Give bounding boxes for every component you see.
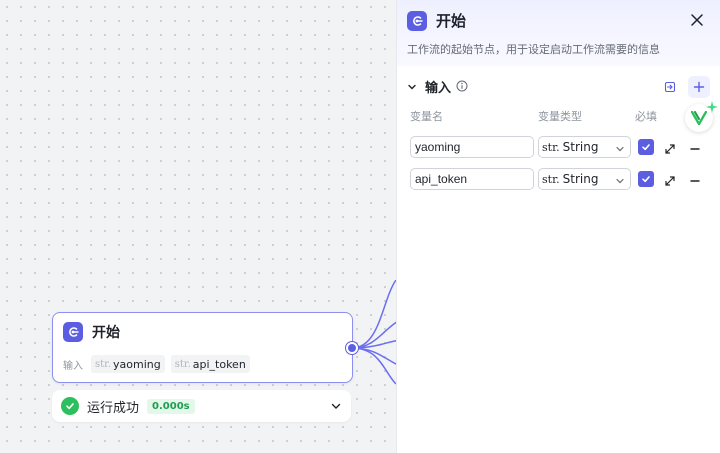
expand-icon[interactable] (664, 172, 676, 191)
start-node-icon (407, 10, 427, 31)
tag-name: yaoming (113, 357, 161, 371)
chevron-down-icon[interactable] (330, 397, 342, 416)
check-circle-icon (61, 397, 79, 415)
chevron-down-icon (615, 143, 625, 157)
tag-type: str. (95, 358, 112, 370)
input-row: api_token str. String (397, 168, 720, 200)
inputs-label: 输入 (63, 360, 83, 372)
required-checkbox[interactable] (638, 139, 654, 155)
chevron-down-icon (615, 175, 625, 189)
type-value: String (562, 140, 599, 154)
type-value: String (562, 172, 599, 186)
expand-icon[interactable] (664, 140, 676, 159)
col-head-type: 变量类型 (538, 110, 582, 123)
input-row: yaoming str. String (397, 136, 720, 168)
node-config-panel: 开始 工作流的起始节点，用于设定启动工作流需要的信息 输入 变量名 变量类型 必… (396, 0, 720, 453)
close-icon[interactable] (690, 12, 704, 26)
start-node-title: 开始 (92, 325, 120, 341)
workflow-canvas[interactable]: 开始 输入 str. yaoming str. api_token 运行成功 0… (0, 0, 400, 453)
panel-header: 开始 工作流的起始节点，用于设定启动工作流需要的信息 (397, 0, 720, 66)
variable-name-input[interactable]: yaoming (410, 136, 534, 158)
run-status-bar[interactable]: 运行成功 0.000s (52, 390, 351, 422)
tag-name: api_token (192, 357, 246, 371)
type-prefix: str. (542, 140, 560, 154)
start-node-inputs: 输入 str. yaoming str. api_token (53, 355, 352, 373)
sparkle-icon (706, 98, 718, 117)
variable-type-select[interactable]: str. String (538, 168, 631, 190)
run-time-badge: 0.000s (147, 398, 195, 414)
chevron-down-icon[interactable] (407, 77, 417, 96)
inputs-section-header: 输入 (397, 67, 720, 105)
remove-icon[interactable] (689, 140, 701, 159)
start-node[interactable]: 开始 输入 str. yaoming str. api_token (52, 312, 353, 383)
tag-type: str. (174, 358, 191, 370)
remove-icon[interactable] (689, 172, 701, 191)
add-input-button[interactable] (688, 76, 710, 98)
section-title: 输入 (425, 80, 452, 96)
variable-type-select[interactable]: str. String (538, 136, 631, 158)
v-logo-icon (691, 111, 707, 125)
column-headers: 变量名 变量类型 必填 (397, 105, 720, 125)
input-tag-api-token: str. api_token (170, 355, 250, 373)
output-port[interactable] (346, 342, 358, 354)
panel-title: 开始 (436, 12, 467, 30)
col-head-name: 变量名 (410, 110, 443, 123)
type-prefix: str. (542, 172, 560, 186)
info-icon[interactable] (456, 77, 468, 96)
required-checkbox[interactable] (638, 171, 654, 187)
run-status-text: 运行成功 (87, 400, 140, 416)
import-button[interactable] (659, 76, 681, 98)
start-node-header: 开始 (53, 313, 352, 351)
input-tag-yaoming: str. yaoming (91, 355, 165, 373)
panel-description: 工作流的起始节点，用于设定启动工作流需要的信息 (407, 43, 660, 56)
variable-name-input[interactable]: api_token (410, 168, 534, 190)
col-head-required: 必填 (635, 110, 657, 123)
start-node-icon (63, 322, 83, 342)
